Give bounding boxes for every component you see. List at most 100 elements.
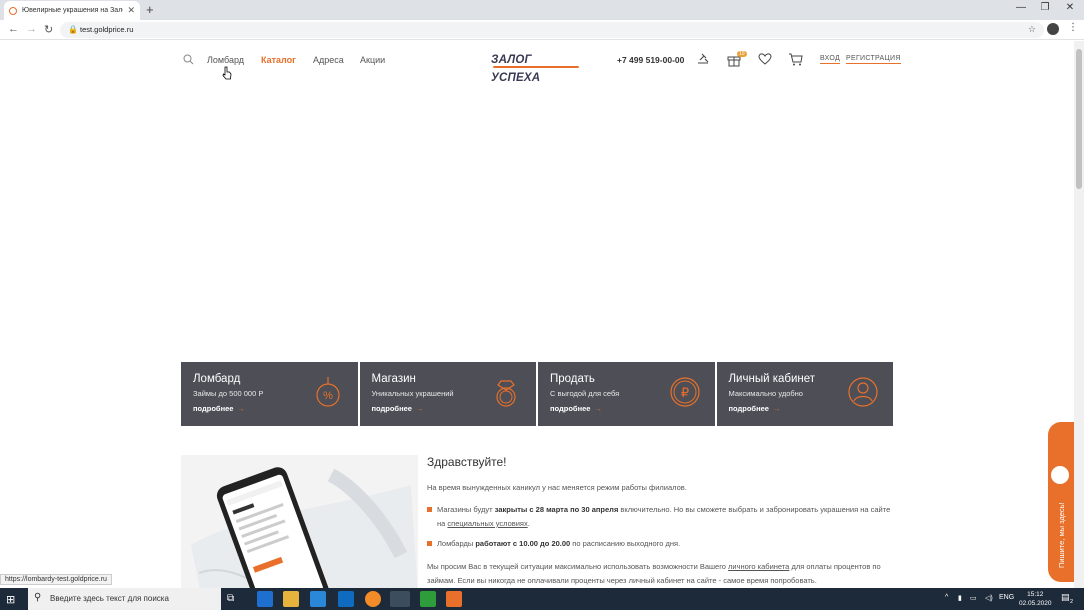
store-icon[interactable]	[310, 591, 326, 607]
logo-underline	[493, 66, 579, 68]
search-icon: ⚲	[34, 592, 42, 603]
tray-chevron-icon[interactable]: ^	[945, 594, 948, 601]
card-more-text: подробнее	[728, 404, 769, 413]
gift-badge: 10	[737, 51, 747, 57]
card-subtitle: С выгодой для себя	[550, 389, 620, 398]
svg-text:₽: ₽	[680, 385, 688, 400]
card-shop[interactable]: Магазин Уникальных украшений подробнее →	[359, 362, 536, 426]
file-explorer-icon[interactable]	[283, 591, 299, 607]
card-subtitle: Займы до 500 000 Р	[193, 389, 264, 398]
card-account[interactable]: Личный кабинет Максимально удобно подроб…	[716, 362, 893, 426]
card-more-text: подробнее	[193, 404, 234, 413]
card-more-link[interactable]: подробнее →	[372, 404, 424, 413]
new-tab-icon[interactable]: +	[146, 2, 154, 17]
windows-start-icon[interactable]: ⊞	[6, 593, 15, 606]
text-part: .	[527, 519, 530, 528]
edge-icon[interactable]	[257, 591, 273, 607]
ring-icon	[496, 380, 516, 407]
card-title: Личный кабинет	[728, 373, 816, 385]
app-icon-green[interactable]	[420, 591, 436, 607]
heart-icon[interactable]	[757, 51, 773, 67]
card-more-link[interactable]: подробнее →	[193, 404, 245, 413]
clock-time: 15:12	[1027, 591, 1044, 598]
app-icon-active[interactable]	[446, 591, 462, 607]
chat-bubble-icon[interactable]	[1049, 464, 1071, 486]
taskbar-search[interactable]: ⚲ Введите здесь текст для поиска	[28, 588, 221, 610]
promo-phone-image	[181, 455, 418, 588]
clock-date: 02.05.2020	[1019, 600, 1052, 607]
register-link[interactable]: РЕГИСТРАЦИЯ	[846, 55, 901, 64]
user-icon	[848, 377, 878, 407]
scrollbar-thumb[interactable]	[1076, 49, 1082, 189]
phone-number[interactable]: +7 499 519-00-00	[617, 55, 684, 65]
notice-item-lombards: Ломбарды работают с 10.00 до 20.00 по ра…	[427, 537, 897, 551]
minimize-icon[interactable]: —	[1009, 2, 1033, 13]
tray-usb-icon[interactable]: ▮	[958, 594, 962, 602]
tray-volume-icon[interactable]: ◁)	[985, 594, 993, 602]
search-icon[interactable]	[183, 54, 194, 65]
card-subtitle: Уникальных украшений	[371, 389, 454, 398]
card-title: Продать	[550, 373, 595, 385]
text-part: Мы просим Вас в текущей ситуации максима…	[427, 562, 729, 571]
card-more-link[interactable]: подробнее →	[729, 404, 781, 413]
notification-count: 2	[1070, 599, 1074, 605]
service-cards: Ломбард Займы до 500 000 Р подробнее → % …	[181, 362, 893, 426]
omnibox[interactable]: 🔒 test.goldprice.ru ☆	[60, 22, 1044, 38]
browser-tab[interactable]: Ювелирные украшения на Залог ✕	[4, 1, 140, 20]
text-part: по расписанию выходного дня.	[570, 539, 681, 548]
card-subtitle: Максимально удобно	[728, 389, 803, 398]
logo-text: ЗАЛОГ УСПЕХА	[491, 54, 541, 84]
greeting-heading: Здравствуйте!	[427, 455, 507, 469]
login-link[interactable]: ВХОД	[820, 55, 841, 64]
web-page: Ломбард Каталог Адреса Акции ЗАЛОГ УСПЕХ…	[0, 41, 1074, 588]
tab-close-icon[interactable]: ✕	[127, 5, 135, 16]
hammer-auction-icon[interactable]	[695, 51, 711, 67]
cart-icon[interactable]	[788, 51, 804, 67]
chrome-icon[interactable]	[390, 591, 410, 607]
text-bold: закрыты с 28 марта по 30 апреля	[494, 505, 619, 514]
maximize-icon[interactable]: ❐	[1033, 2, 1057, 13]
tray-language[interactable]: ENG	[999, 594, 1014, 601]
windows-taskbar: ⊞ ⚲ Введите здесь текст для поиска ⧉ ^ ▮…	[0, 588, 1084, 610]
page-scrollbar[interactable]	[1074, 41, 1084, 588]
nav-lombard[interactable]: Ломбард	[207, 55, 244, 65]
tray-network-icon[interactable]: ▭	[970, 594, 977, 602]
nav-catalog[interactable]: Каталог	[261, 55, 296, 65]
mouse-cursor-icon	[222, 66, 232, 80]
account-paragraph: Мы просим Вас в текущей ситуации максима…	[427, 560, 897, 588]
chat-widget-label: Пишите, мы здесь!	[1057, 502, 1066, 568]
notification-center-icon[interactable]: ▤	[1061, 592, 1070, 603]
arrow-right-icon: →	[594, 404, 602, 413]
window-close-icon[interactable]: ✕	[1058, 2, 1082, 13]
task-view-icon[interactable]: ⧉	[227, 593, 243, 609]
text-part: Магазины будут	[437, 505, 495, 514]
account-link[interactable]: личного кабинета	[728, 562, 789, 571]
forward-icon[interactable]: →	[26, 23, 37, 35]
card-title: Магазин	[371, 373, 416, 385]
card-more-text: подробнее	[550, 404, 591, 413]
card-lombard[interactable]: Ломбард Займы до 500 000 Р подробнее → %	[181, 362, 358, 426]
special-conditions-link[interactable]: специальных условиях	[447, 519, 527, 528]
card-sell[interactable]: Продать С выгодой для себя подробнее → ₽	[538, 362, 715, 426]
percent-drop-icon: %	[315, 377, 340, 407]
profile-avatar-icon[interactable]	[1047, 23, 1059, 35]
svg-text:%: %	[323, 390, 333, 402]
address-bar-row: ← → ↻ 🔒 test.goldprice.ru ☆	[0, 20, 1084, 40]
app-icon-orange[interactable]	[365, 591, 381, 607]
taskbar-clock[interactable]: 15:12 02.05.2020	[1019, 590, 1052, 608]
nav-promotions[interactable]: Акции	[360, 55, 385, 65]
back-icon[interactable]: ←	[8, 23, 19, 35]
card-title: Ломбард	[193, 373, 241, 385]
text-part: Ломбарды	[437, 539, 476, 548]
browser-menu-icon[interactable]: ⋮	[1068, 22, 1078, 33]
arrow-right-icon: →	[237, 404, 245, 413]
site-logo[interactable]: ЗАЛОГ УСПЕХА	[491, 50, 583, 84]
reload-icon[interactable]: ↻	[44, 23, 53, 36]
bookmark-star-icon[interactable]: ☆	[1028, 24, 1036, 35]
browser-tab-strip: Ювелирные украшения на Залог ✕ + — ❐ ✕	[0, 0, 1084, 20]
card-more-link[interactable]: подробнее →	[550, 404, 602, 413]
smartphone-illustration	[191, 467, 418, 588]
tab-title: Ювелирные украшения на Залог	[22, 7, 124, 14]
outlook-icon[interactable]	[338, 591, 354, 607]
nav-addresses[interactable]: Адреса	[313, 55, 344, 65]
